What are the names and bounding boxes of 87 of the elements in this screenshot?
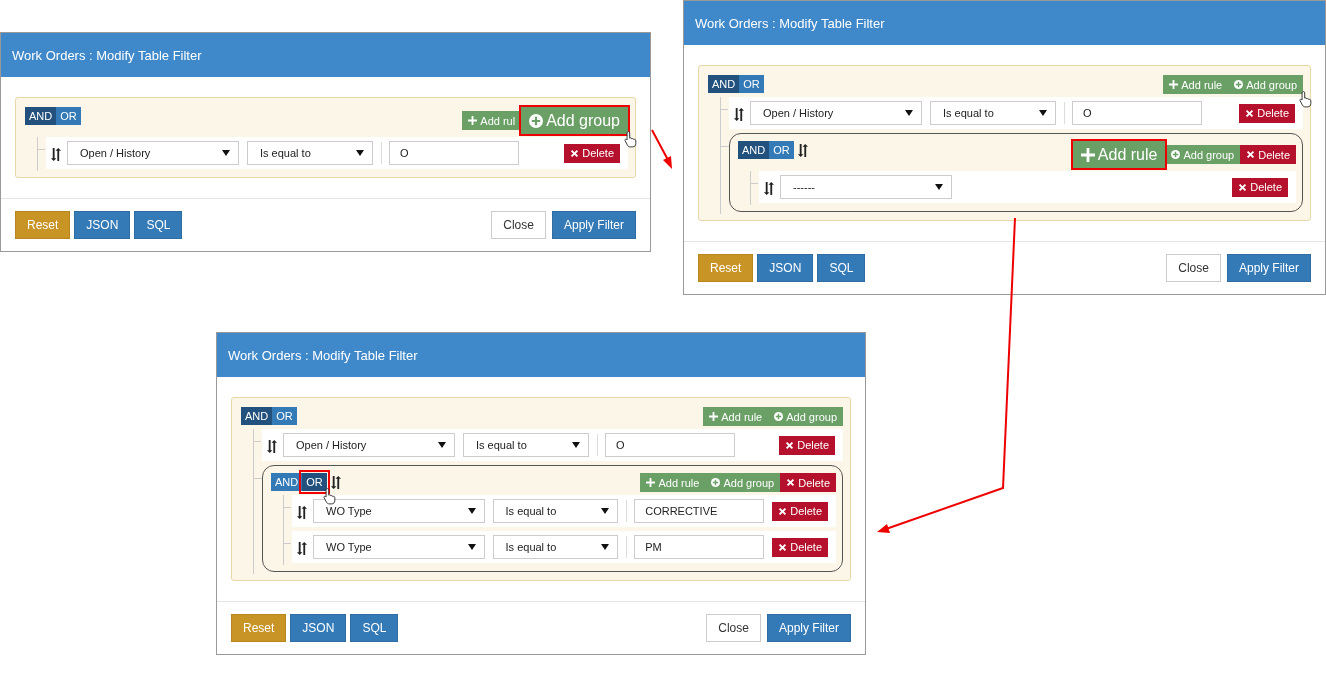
caret-icon: [935, 184, 943, 190]
close-icon: [778, 506, 788, 516]
delete-rule-button[interactable]: Delete: [1232, 177, 1288, 197]
close-icon: [1238, 182, 1248, 192]
field-dropdown[interactable]: WO Type: [313, 535, 485, 559]
operator-dropdown[interactable]: Is equal to: [930, 101, 1056, 125]
value-input[interactable]: O: [605, 433, 735, 457]
circle-plus-icon: [711, 478, 721, 487]
close-icon: [1245, 108, 1255, 118]
apply-filter-button[interactable]: Apply Filter: [766, 614, 851, 642]
caret-icon: [601, 508, 610, 514]
caret-icon: [601, 544, 610, 550]
plus-icon: [1169, 80, 1179, 89]
close-icon: [1246, 150, 1256, 159]
value-input[interactable]: CORRECTIVE: [634, 499, 765, 523]
field-dropdown[interactable]: ------: [780, 175, 952, 199]
field-dropdown[interactable]: Open / History: [750, 101, 922, 125]
delete-rule-button[interactable]: Delete: [772, 501, 828, 521]
delete-rule-button[interactable]: Delete: [564, 143, 620, 163]
sort-handle-icon[interactable]: [763, 182, 774, 195]
dialog-title: Work Orders : Modify Table Filter: [695, 15, 885, 31]
sort-handle-icon[interactable]: [329, 475, 341, 489]
plus-icon: [646, 478, 656, 487]
json-button[interactable]: JSON: [74, 211, 131, 239]
circle-plus-icon: [529, 113, 544, 128]
caret-icon: [356, 150, 364, 156]
field-dropdown[interactable]: Open / History: [67, 141, 239, 165]
condition-toggle[interactable]: AND: [241, 407, 273, 425]
condition-toggle[interactable]: OR: [769, 141, 794, 159]
sort-handle-icon[interactable]: [50, 148, 61, 161]
sort-handle-icon[interactable]: [733, 108, 744, 121]
close-button[interactable]: Close: [491, 211, 546, 239]
condition-toggle[interactable]: AND: [25, 107, 57, 125]
close-icon: [778, 542, 788, 552]
operator-dropdown[interactable]: Is equal to: [247, 141, 373, 165]
condition-toggle[interactable]: AND: [271, 473, 303, 491]
apply-filter-button[interactable]: Apply Filter: [551, 211, 636, 239]
condition-toggle[interactable]: OR: [272, 407, 297, 425]
dialog-title: Work Orders : Modify Table Filter: [12, 47, 202, 63]
operator-dropdown[interactable]: Is equal to: [463, 433, 589, 457]
caret-icon: [467, 508, 476, 514]
sort-handle-icon[interactable]: [296, 542, 307, 555]
field-dropdown[interactable]: Open / History: [283, 433, 455, 457]
arrow: [651, 129, 672, 169]
condition-toggle[interactable]: OR: [739, 75, 764, 93]
delete-rule-button[interactable]: Delete: [1239, 103, 1295, 123]
circle-plus-icon: [1171, 150, 1181, 159]
caret-icon: [467, 544, 476, 550]
caret-icon: [1039, 110, 1047, 116]
json-button[interactable]: JSON: [757, 254, 814, 282]
close-icon: [786, 478, 796, 487]
close-icon: [785, 440, 795, 450]
sql-button[interactable]: SQL: [350, 614, 399, 642]
delete-group-button[interactable]: Delete: [1240, 145, 1296, 164]
caret-icon: [222, 150, 230, 156]
value-input[interactable]: PM: [634, 535, 765, 559]
close-button[interactable]: Close: [1166, 254, 1221, 282]
plus-icon: [468, 116, 478, 125]
caret-icon: [438, 442, 446, 448]
close-icon: [570, 148, 580, 158]
condition-toggle[interactable]: OR: [56, 107, 81, 125]
condition-toggle[interactable]: OR: [302, 473, 327, 491]
plus-icon: [1080, 147, 1095, 162]
delete-rule-button[interactable]: Delete: [779, 435, 835, 455]
value-input[interactable]: O: [1072, 101, 1202, 125]
field-dropdown[interactable]: WO Type: [313, 499, 485, 523]
caret-icon: [572, 442, 580, 448]
json-button[interactable]: JSON: [290, 614, 347, 642]
operator-dropdown[interactable]: Is equal to: [492, 535, 619, 559]
delete-group-button[interactable]: Delete: [780, 473, 836, 492]
dialog-title: Work Orders : Modify Table Filter: [228, 347, 418, 363]
delete-rule-button[interactable]: Delete: [772, 537, 828, 557]
sql-button[interactable]: SQL: [134, 211, 183, 239]
sql-button[interactable]: SQL: [817, 254, 866, 282]
condition-toggle[interactable]: AND: [738, 141, 770, 159]
sort-handle-icon[interactable]: [296, 506, 307, 519]
close-button[interactable]: Close: [706, 614, 761, 642]
circle-plus-icon: [774, 412, 784, 421]
condition-toggle[interactable]: AND: [708, 75, 740, 93]
sort-handle-icon[interactable]: [796, 143, 808, 157]
value-input[interactable]: O: [389, 141, 519, 165]
caret-icon: [905, 110, 913, 116]
sort-handle-icon[interactable]: [266, 440, 277, 453]
plus-icon: [709, 412, 719, 421]
apply-filter-button[interactable]: Apply Filter: [1226, 254, 1311, 282]
operator-dropdown[interactable]: Is equal to: [492, 499, 619, 523]
circle-plus-icon: [1234, 80, 1244, 89]
